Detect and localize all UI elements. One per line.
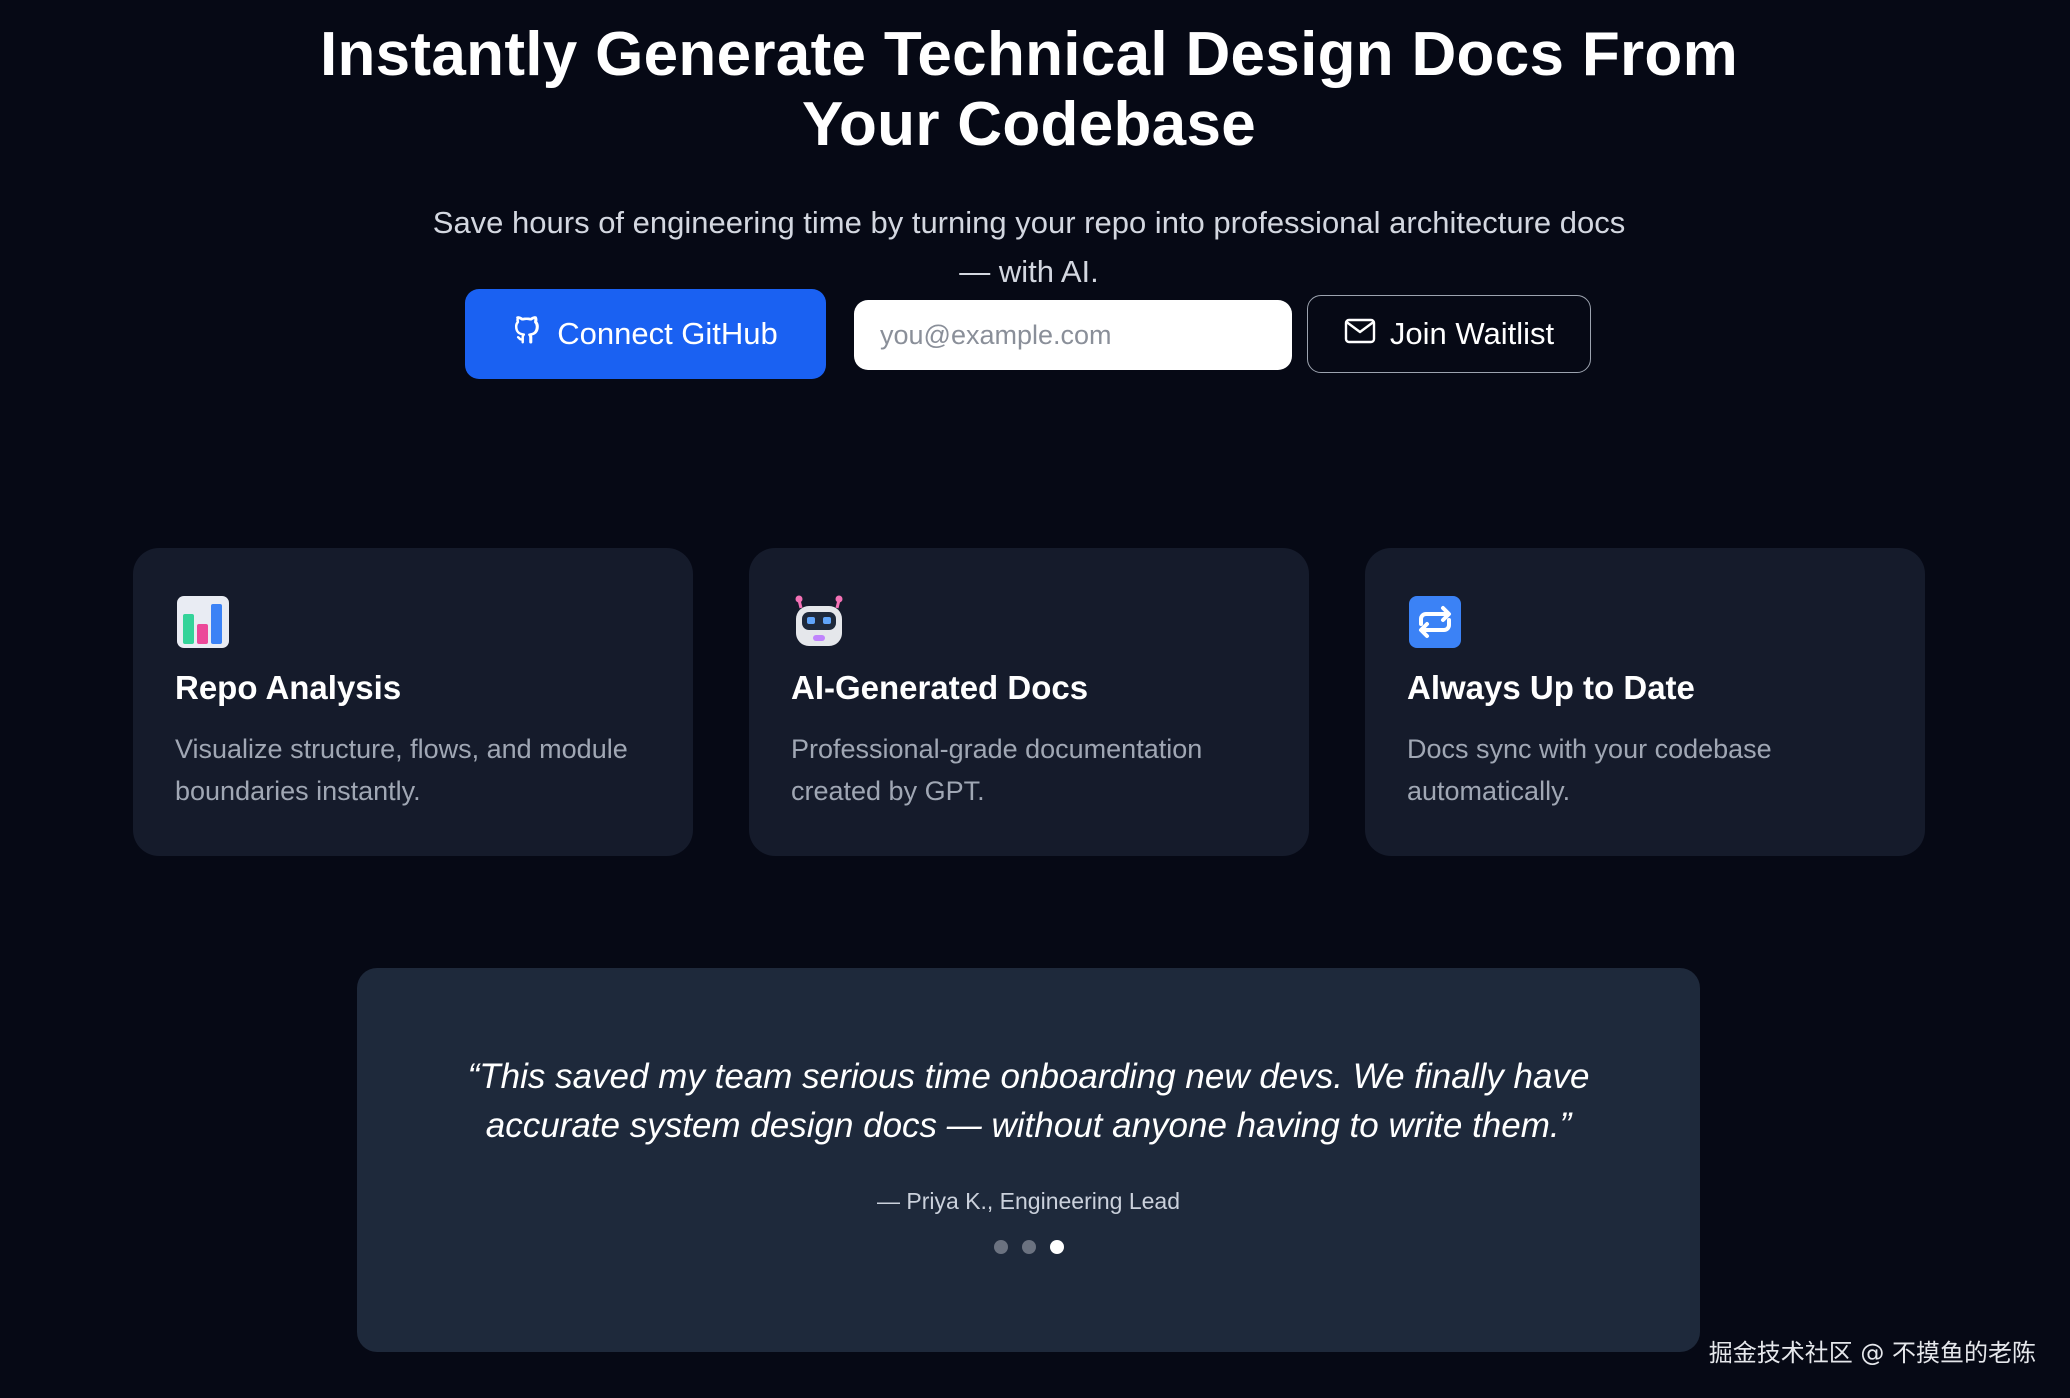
watermark: 掘金技术社区 @ 不摸鱼的老陈 bbox=[1708, 1339, 2036, 1367]
robot-icon bbox=[791, 594, 847, 650]
carousel-dot-2[interactable] bbox=[1021, 1240, 1036, 1254]
hero-section: Instantly Generate Technical Design Docs… bbox=[0, 20, 2058, 296]
cta-row: Connect GitHub Join Waitlist bbox=[465, 289, 1665, 381]
feature-title: AI-Generated Docs bbox=[791, 669, 1089, 706]
feature-card-repo-analysis: Repo Analysis Visualize structure, flows… bbox=[133, 548, 693, 856]
mail-icon bbox=[1344, 316, 1376, 352]
testimonial-quote: “This saved my team serious time onboard… bbox=[467, 1057, 1590, 1145]
page-title: Instantly Generate Technical Design Docs… bbox=[319, 20, 1739, 159]
carousel-dot-1[interactable] bbox=[993, 1240, 1008, 1254]
feature-card-up-to-date: Always Up to Date Docs sync with your co… bbox=[1365, 548, 1925, 856]
features-section: Repo Analysis Visualize structure, flows… bbox=[133, 548, 1925, 856]
join-waitlist-label: Join Waitlist bbox=[1389, 316, 1555, 351]
feature-card-ai-docs: AI-Generated Docs Professional-grade doc… bbox=[749, 548, 1309, 856]
testimonial-author: — Priya K., Engineering Lead bbox=[876, 1188, 1180, 1214]
bar-chart-icon bbox=[175, 594, 231, 650]
feature-title: Repo Analysis bbox=[175, 669, 402, 706]
feature-description: Professional-grade documentation created… bbox=[791, 734, 1203, 806]
connect-github-label: Connect GitHub bbox=[557, 316, 778, 351]
feature-title: Always Up to Date bbox=[1407, 669, 1695, 706]
carousel-dot-3[interactable] bbox=[1049, 1240, 1064, 1254]
join-waitlist-button[interactable]: Join Waitlist bbox=[1307, 295, 1591, 373]
github-icon bbox=[513, 314, 543, 354]
email-input[interactable] bbox=[854, 300, 1292, 370]
carousel-dots bbox=[357, 1240, 1700, 1254]
connect-github-button[interactable]: Connect GitHub bbox=[465, 289, 826, 379]
page-subtitle: Save hours of engineering time by turnin… bbox=[432, 205, 1626, 289]
feature-description: Visualize structure, flows, and module b… bbox=[175, 734, 628, 806]
feature-description: Docs sync with your codebase automatical… bbox=[1407, 734, 1772, 806]
testimonial-card: “This saved my team serious time onboard… bbox=[357, 968, 1700, 1352]
repeat-icon bbox=[1407, 594, 1463, 650]
